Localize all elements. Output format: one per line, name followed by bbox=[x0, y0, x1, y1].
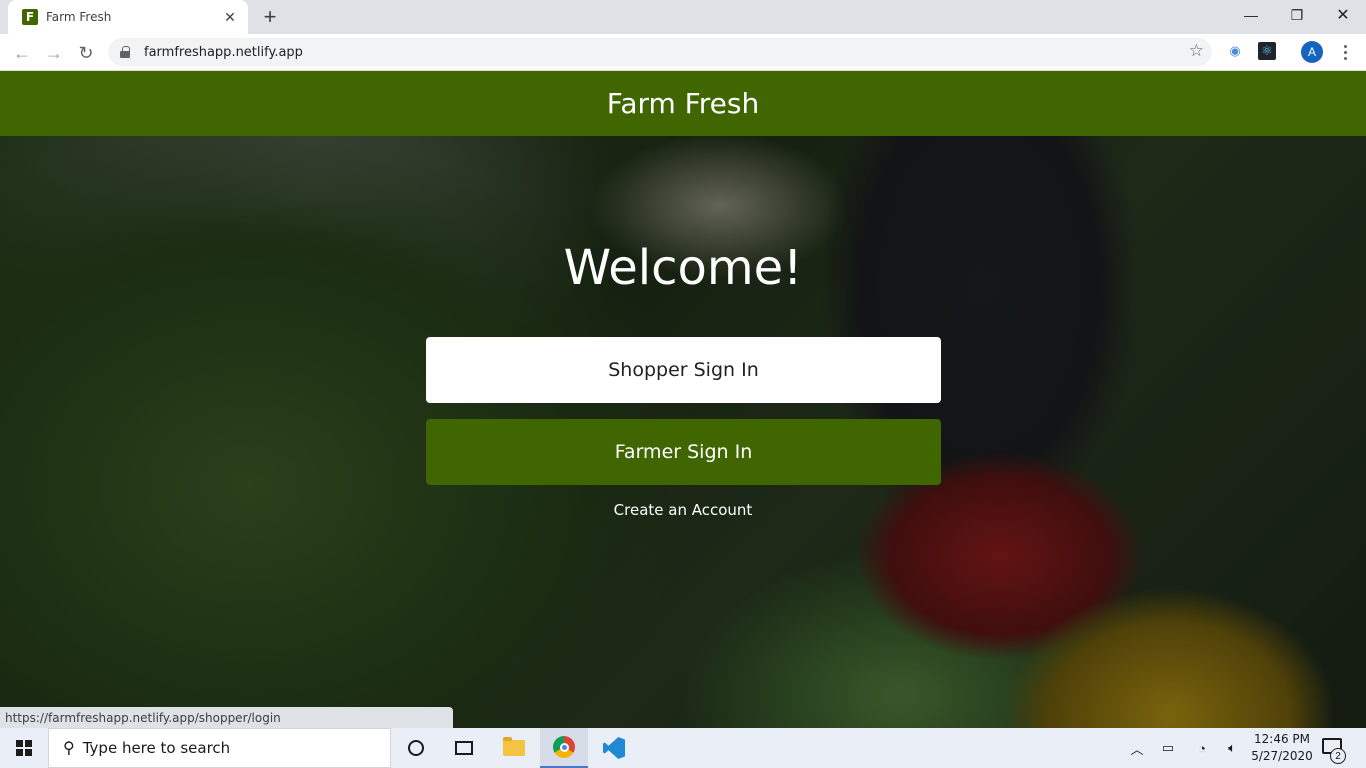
create-account-link[interactable]: Create an Account bbox=[0, 501, 1366, 519]
taskbar-search-box[interactable]: ⚲ Type here to search bbox=[48, 728, 391, 768]
minimize-window-icon[interactable]: — bbox=[1228, 0, 1274, 30]
clock-time: 12:46 PM bbox=[1254, 732, 1310, 746]
system-clock[interactable]: 12:46 PM 5/27/2020 bbox=[1248, 731, 1316, 765]
chrome-icon bbox=[553, 736, 575, 758]
browser-tab[interactable]: F Farm Fresh ✕ bbox=[8, 0, 248, 34]
browser-toolbar: ← → ↻ farmfreshapp.netlify.app ☆ ◉ ⚛ A bbox=[0, 34, 1366, 71]
site-favicon-icon: F bbox=[22, 9, 38, 25]
search-placeholder: Type here to search bbox=[82, 739, 231, 757]
shopper-sign-in-button[interactable]: Shopper Sign In bbox=[426, 337, 941, 403]
cortana-button[interactable] bbox=[392, 728, 440, 768]
browser-menu-icon[interactable] bbox=[1338, 40, 1352, 64]
link-status-preview: https://farmfreshapp.netlify.app/shopper… bbox=[0, 707, 453, 728]
lock-icon bbox=[120, 46, 130, 58]
tab-title: Farm Fresh bbox=[46, 10, 112, 24]
browser-tab-strip: F Farm Fresh ✕ + — ❐ ✕ bbox=[0, 0, 1366, 34]
welcome-heading: Welcome! bbox=[563, 240, 803, 296]
address-url[interactable]: farmfreshapp.netlify.app bbox=[144, 45, 303, 60]
address-bar[interactable]: farmfreshapp.netlify.app ☆ bbox=[108, 38, 1212, 66]
site-header: Farm Fresh bbox=[0, 71, 1366, 136]
volume-icon[interactable]: 🔈︎ bbox=[1220, 728, 1244, 768]
chrome-taskbar-button[interactable] bbox=[540, 728, 588, 768]
close-tab-icon[interactable]: ✕ bbox=[222, 9, 238, 26]
folder-icon bbox=[503, 737, 525, 756]
web-page: Farm Fresh Welcome! Shopper Sign In Farm… bbox=[0, 71, 1366, 728]
react-devtools-icon[interactable]: ⚛ bbox=[1258, 42, 1276, 60]
back-arrow-icon[interactable]: ← bbox=[9, 40, 35, 66]
bookmark-star-icon[interactable]: ☆ bbox=[1189, 41, 1204, 61]
vscode-icon bbox=[603, 737, 625, 759]
battery-icon[interactable]: ▭ bbox=[1156, 728, 1180, 768]
clock-date: 5/27/2020 bbox=[1251, 749, 1313, 763]
profile-avatar[interactable]: A bbox=[1301, 41, 1323, 63]
site-title: Farm Fresh bbox=[606, 87, 760, 120]
farmer-sign-in-button[interactable]: Farmer Sign In bbox=[426, 419, 941, 485]
vscode-taskbar-button[interactable] bbox=[590, 728, 638, 768]
network-icon[interactable]: ◔ bbox=[1190, 728, 1214, 768]
search-icon: ⚲ bbox=[63, 740, 75, 757]
start-button[interactable] bbox=[0, 728, 48, 768]
forward-arrow-icon[interactable]: → bbox=[41, 40, 67, 66]
file-explorer-button[interactable] bbox=[490, 728, 538, 768]
new-tab-icon[interactable]: + bbox=[260, 5, 280, 29]
windows-taskbar: ⚲ Type here to search ︿ ▭ ◔ 🔈︎ 12:46 PM … bbox=[0, 728, 1366, 768]
notification-count-badge: 2 bbox=[1330, 748, 1346, 764]
task-view-icon bbox=[455, 741, 473, 755]
cortana-icon bbox=[408, 740, 424, 756]
show-hidden-icons-chevron-icon[interactable]: ︿ bbox=[1126, 728, 1148, 768]
windows-logo-icon bbox=[16, 740, 32, 756]
close-window-icon[interactable]: ✕ bbox=[1320, 0, 1366, 30]
task-view-button[interactable] bbox=[440, 728, 488, 768]
restore-window-icon[interactable]: ❐ bbox=[1274, 0, 1320, 30]
reload-icon[interactable]: ↻ bbox=[73, 40, 99, 66]
extension-compass-icon[interactable]: ◉ bbox=[1226, 42, 1244, 60]
hero-background-image: Welcome! Shopper Sign In Farmer Sign In … bbox=[0, 136, 1366, 728]
